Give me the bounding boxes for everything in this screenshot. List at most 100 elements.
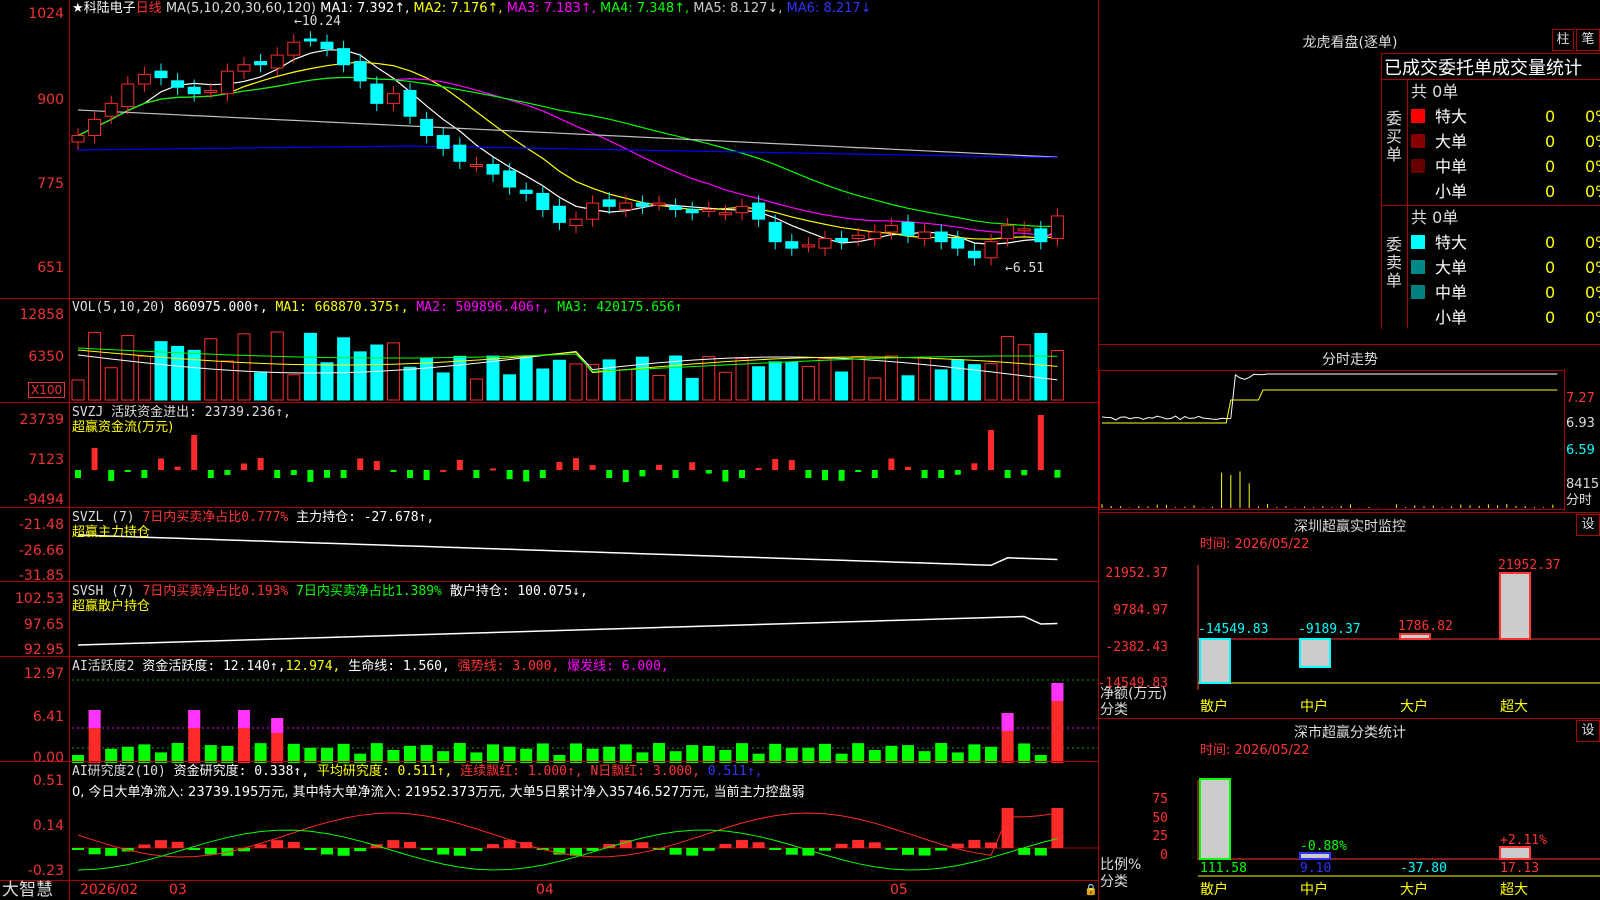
candle-body	[869, 232, 881, 238]
order-count: 0	[1545, 180, 1585, 204]
sz-stats-settings-button[interactable]: 设	[1576, 720, 1600, 742]
capital-flow-bar	[556, 462, 562, 470]
volume-bar	[288, 375, 300, 400]
capital-flow-bar	[839, 470, 845, 481]
volume-bar	[902, 376, 914, 400]
capital-flow-bar	[573, 458, 579, 470]
order-count: 0	[1545, 231, 1585, 255]
pane-border	[0, 298, 1098, 299]
order-size-label: 小单	[1435, 306, 1545, 330]
svzj-subtitle: 超赢资金流(万元)	[72, 420, 173, 436]
vol-axis-label: 6350	[0, 349, 64, 365]
research-bar	[454, 848, 466, 856]
candle-body	[172, 81, 184, 87]
research-bar	[321, 848, 333, 854]
order-count: 0	[1545, 306, 1585, 330]
capital-flow-bar	[888, 459, 894, 470]
sell-row: 小单 0 0%	[1411, 306, 1600, 330]
candle-body	[902, 222, 914, 235]
svzl-subtitle: 超赢主力持仓	[72, 525, 150, 541]
capital-flow-bar	[457, 460, 463, 470]
candle-body	[636, 203, 648, 206]
candle-body	[1018, 229, 1030, 231]
sz-stats-ylabel: 比例%	[1100, 857, 1141, 873]
capital-flow-bar	[158, 458, 164, 470]
volume-bar	[454, 356, 466, 400]
lock-icon[interactable]: 🔒	[1084, 883, 1098, 896]
candle-body	[686, 210, 698, 213]
capital-flow-bar	[639, 470, 645, 476]
sz-stats-value: -37.80	[1400, 861, 1447, 876]
order-size-label: 大单	[1435, 256, 1545, 280]
pen-mode-button[interactable]: 笔	[1576, 29, 1600, 51]
candle-body	[670, 206, 682, 209]
capital-flow-bar	[722, 470, 728, 482]
svsh-axis-label: 97.65	[0, 617, 64, 633]
candle-body	[819, 238, 831, 248]
candle-body	[719, 213, 731, 215]
volume-bar	[1002, 336, 1014, 400]
sz-monitor-bar	[1200, 639, 1230, 683]
volume-bar	[72, 380, 84, 400]
volume-bar	[570, 364, 582, 400]
buy-side-label: 委买单	[1384, 110, 1404, 164]
fenshi-chart-frame[interactable]	[1099, 370, 1565, 510]
sell-row: 特大00%	[1411, 231, 1600, 255]
order-size-label: 特大	[1435, 231, 1545, 255]
sz-monitor-settings-button[interactable]: 设	[1576, 514, 1600, 536]
sz-monitor-category: 散户	[1200, 698, 1228, 715]
volume-bar	[387, 343, 399, 400]
date-tick: 04	[536, 882, 554, 898]
activity-bar	[454, 743, 466, 763]
sz-stats-category: 散户	[1200, 881, 1228, 898]
candle-body	[255, 62, 267, 65]
activity-peak	[271, 718, 283, 733]
capital-flow-bar	[706, 470, 712, 474]
capital-flow-bar	[92, 448, 98, 470]
capital-flow-bar	[971, 463, 977, 470]
activity-peak	[1051, 683, 1063, 701]
price-axis-label: 651	[0, 260, 64, 276]
high-price-label: ←10.24	[294, 14, 341, 30]
sz-stats-time: 时间: 2026/05/22	[1200, 743, 1309, 759]
order-size-label: 小单	[1435, 180, 1545, 204]
sz-stats-value: 9.10	[1300, 861, 1331, 876]
fenshi-vol-unit: 分时	[1566, 493, 1592, 509]
volume-bar	[105, 368, 117, 400]
longhu-title: 龙虎看盘(逐单)	[1240, 32, 1460, 52]
sz-stats-category: 中户	[1300, 881, 1328, 898]
sz-stats-axis-label: 50	[1152, 811, 1168, 826]
activity-peak	[1002, 713, 1014, 731]
candle-body	[404, 90, 416, 116]
color-swatch	[1411, 235, 1425, 249]
ai-research-axis-label: 0.14	[0, 818, 64, 834]
sz-stats-category: 超大	[1500, 882, 1528, 898]
buy-row: 中单00%	[1411, 155, 1600, 179]
retail-holding-line	[78, 617, 1057, 646]
sz-stats-category: 大户	[1400, 881, 1428, 898]
candle-body	[852, 235, 864, 238]
volume-bar	[421, 358, 433, 400]
candle-body	[985, 242, 997, 258]
candle-body	[105, 103, 117, 116]
capital-flow-bar	[623, 470, 629, 482]
ai-activity-axis-label: 6.41	[0, 709, 64, 725]
capital-flow-bar	[274, 470, 280, 478]
volume-bar	[304, 333, 316, 400]
capital-flow-bar	[1005, 470, 1011, 478]
volume-bar	[537, 369, 549, 400]
research-bar	[852, 840, 864, 848]
capital-flow-bar	[357, 458, 363, 470]
sz-monitor-value: 21952.37	[1498, 558, 1561, 573]
candle-body	[736, 206, 748, 212]
capital-flow-bar	[1038, 415, 1044, 470]
ai-research-title: AI研究度2(10) 资金研究度: 0.338↑, 平均研究度: 0.511↑,…	[72, 764, 763, 780]
sell-row: 大单00%	[1411, 256, 1600, 280]
bar-mode-button[interactable]: 柱	[1552, 29, 1574, 51]
activity-bar	[653, 743, 665, 763]
candle-body	[703, 210, 715, 212]
ai-activity-axis-label: 0.00	[0, 750, 64, 766]
candle-body	[155, 71, 167, 77]
volume-bar	[470, 379, 482, 400]
order-pct: 0%	[1585, 283, 1600, 302]
